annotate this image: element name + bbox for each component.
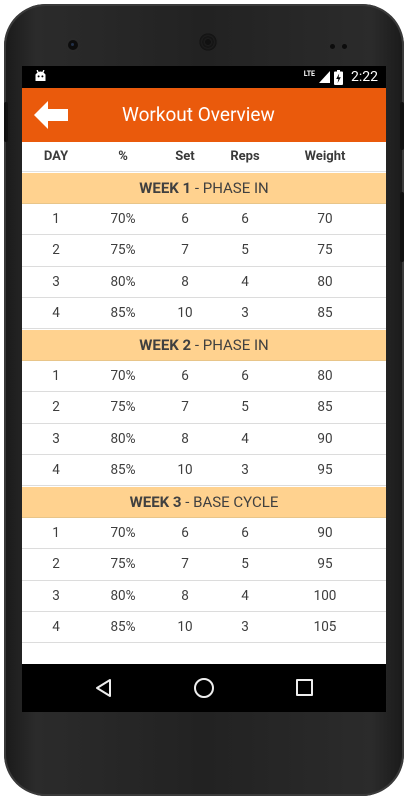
week-header: WEEK 1 - PHASE IN [22, 173, 386, 204]
reps-cell: 5 [241, 242, 249, 259]
column-header-reps: Reps [230, 149, 260, 164]
light-sensor [342, 44, 347, 49]
day-cell: 3 [52, 430, 60, 447]
table-row[interactable]: 2 75% 7 5 95 [22, 549, 386, 581]
week-label: WEEK 2 [139, 336, 192, 354]
column-header-weight: Weight [304, 149, 346, 164]
weight-cell: 70 [317, 211, 333, 228]
week-header: WEEK 3 - BASE CYCLE [22, 487, 386, 518]
week-section: WEEK 2 - PHASE IN 1 70% 6 6 80 2 75% 7 5… [22, 330, 386, 486]
proximity-sensor [330, 44, 335, 49]
reps-cell: 3 [241, 461, 249, 478]
table-row[interactable]: 4 85% 10 3 105 [22, 611, 386, 643]
weight-cell: 80 [317, 368, 333, 385]
reps-cell: 5 [241, 556, 249, 573]
column-header-day: DAY [43, 149, 69, 164]
table-row[interactable]: 2 75% 7 5 85 [22, 392, 386, 424]
lte-label: LTE [303, 69, 315, 78]
weight-cell: 90 [317, 430, 333, 447]
week-section: WEEK 3 - BASE CYCLE 1 70% 6 6 90 2 75% 7… [22, 487, 386, 643]
navigation-bar [22, 664, 386, 712]
reps-cell: 6 [241, 525, 249, 542]
table-row[interactable]: 3 80% 8 4 100 [22, 580, 386, 612]
arrow-left-icon [34, 101, 68, 129]
weight-cell: 80 [317, 273, 333, 290]
table-row[interactable]: 4 85% 10 3 95 [22, 454, 386, 486]
week-header: WEEK 2 - PHASE IN [22, 330, 386, 361]
week-phase: - PHASE IN [194, 179, 269, 197]
percent-cell: 80% [110, 430, 136, 447]
reps-cell: 3 [241, 304, 249, 321]
status-bar: LTE 2:22 [22, 66, 386, 88]
percent-cell: 75% [110, 556, 136, 573]
weight-cell: 90 [317, 525, 333, 542]
weight-cell: 85 [317, 399, 333, 416]
power-button [400, 102, 404, 150]
day-cell: 3 [52, 273, 60, 290]
weight-cell: 95 [317, 556, 333, 573]
reps-cell: 6 [241, 368, 249, 385]
reps-cell: 4 [241, 273, 249, 290]
reps-cell: 5 [241, 399, 249, 416]
table-row[interactable]: 4 85% 10 3 85 [22, 297, 386, 329]
percent-cell: 85% [110, 618, 136, 635]
column-header-percent: % [118, 149, 128, 164]
clock: 2:22 [351, 69, 378, 85]
weight-cell: 95 [317, 461, 333, 478]
week-phase: - BASE CYCLE [185, 493, 279, 511]
page-title: Workout Overview [122, 103, 275, 126]
android-notification-icon [35, 70, 46, 81]
percent-cell: 85% [110, 304, 136, 321]
front-camera [68, 40, 78, 50]
day-cell: 4 [52, 618, 60, 635]
percent-cell: 75% [110, 399, 136, 416]
nav-recents-icon[interactable] [296, 679, 313, 696]
side-button [400, 192, 404, 262]
volume-button [4, 102, 8, 142]
weight-cell: 85 [317, 304, 333, 321]
table-row[interactable]: 1 70% 6 6 90 [22, 518, 386, 550]
percent-cell: 70% [110, 368, 136, 385]
table-row[interactable]: 2 75% 7 5 75 [22, 235, 386, 267]
day-cell: 1 [52, 368, 60, 385]
table-row[interactable]: 1 70% 6 6 70 [22, 204, 386, 236]
day-cell: 4 [52, 461, 60, 478]
weight-cell: 100 [313, 587, 337, 604]
battery-charging-icon [334, 69, 343, 85]
percent-cell: 80% [110, 587, 136, 604]
percent-cell: 70% [110, 211, 136, 228]
week-label: WEEK 1 [139, 179, 192, 197]
table-row[interactable]: 3 80% 8 4 80 [22, 266, 386, 298]
back-button[interactable] [32, 100, 72, 130]
percent-cell: 70% [110, 525, 136, 542]
day-cell: 1 [52, 211, 60, 228]
percent-cell: 75% [110, 242, 136, 259]
signal-icon [319, 71, 330, 83]
app-bar: Workout Overview [22, 88, 386, 142]
table-row[interactable]: 1 70% 6 6 80 [22, 361, 386, 393]
day-cell: 2 [52, 556, 60, 573]
table-row[interactable]: 3 80% 8 4 90 [22, 423, 386, 455]
reps-cell: 6 [241, 211, 249, 228]
reps-cell: 4 [241, 430, 249, 447]
percent-cell: 80% [110, 273, 136, 290]
nav-home-icon[interactable] [194, 678, 214, 698]
table-header: DAY % Set Reps Weight [22, 142, 386, 172]
screen: LTE 2:22 Workout Overview DAY % Set Reps… [22, 66, 386, 712]
weight-cell: 75 [317, 242, 333, 259]
reps-cell: 4 [241, 587, 249, 604]
earpiece-speaker [198, 32, 218, 52]
day-cell: 2 [52, 399, 60, 416]
day-cell: 2 [52, 242, 60, 259]
nav-back-icon[interactable] [94, 678, 112, 698]
day-cell: 4 [52, 304, 60, 321]
percent-cell: 85% [110, 461, 136, 478]
week-phase: - PHASE IN [194, 336, 269, 354]
week-section: WEEK 1 - PHASE IN 1 70% 6 6 70 2 75% 7 5… [22, 173, 386, 329]
week-label: WEEK 3 [129, 493, 182, 511]
weight-cell: 105 [313, 618, 337, 635]
reps-cell: 3 [241, 618, 249, 635]
day-cell: 3 [52, 587, 60, 604]
day-cell: 1 [52, 525, 60, 542]
